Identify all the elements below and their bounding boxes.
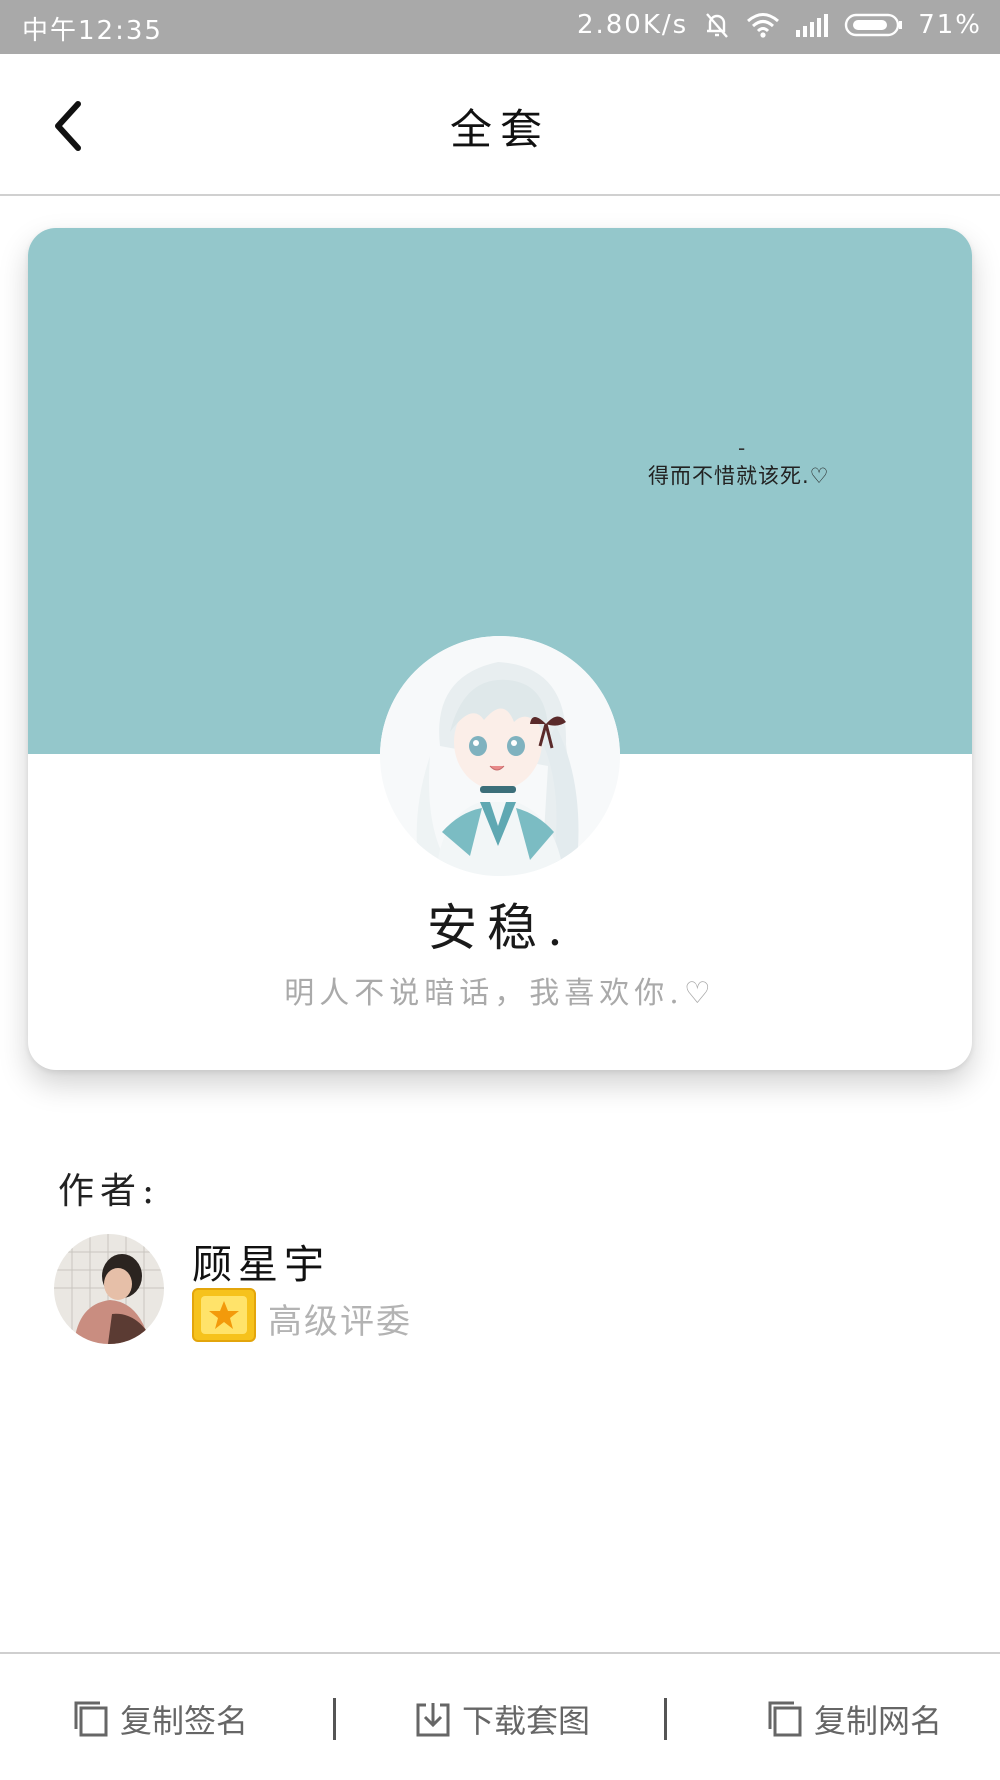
star-icon: [209, 1301, 239, 1329]
cover-quote: 得而不惜就该死.♡: [648, 464, 830, 488]
copy-signature-button[interactable]: 复制签名: [72, 1696, 248, 1742]
header: 全套: [0, 54, 1000, 196]
download-icon: [416, 1703, 450, 1737]
battery-percent: 71%: [918, 10, 982, 40]
copy-name-label: 复制网名: [814, 1702, 943, 1740]
nickname[interactable]: 安稳.: [28, 888, 972, 960]
bottom-action-bar: 复制签名 下载套图 复制网名: [0, 1652, 1000, 1780]
cover-dash: -: [738, 436, 746, 460]
copy-signature-label: 复制签名: [120, 1702, 249, 1740]
download-images-button[interactable]: 下载套图: [414, 1696, 590, 1742]
wifi-icon: [746, 11, 780, 39]
page-title: 全套: [449, 105, 550, 154]
copy-icon: [74, 1701, 108, 1737]
status-time: 中午12:35: [22, 16, 163, 46]
download-images-label: 下载套图: [462, 1702, 591, 1740]
badge-inner: [201, 1296, 247, 1334]
battery-icon: [844, 12, 904, 38]
signal-icon: [794, 12, 830, 38]
divider: [333, 1698, 336, 1740]
status-right: 2.80K/s 71%: [577, 10, 982, 40]
author-avatar[interactable]: [54, 1234, 164, 1344]
copy-icon: [768, 1701, 802, 1737]
mute-bell-icon: [702, 10, 732, 40]
network-speed: 2.80K/s: [576, 10, 689, 40]
author-photo: [54, 1234, 164, 1344]
author-role: 高级评委: [268, 1302, 412, 1342]
author-name[interactable]: 顾星宇: [192, 1232, 330, 1290]
status-bar: 中午12:35 2.80K/s 71%: [0, 0, 1000, 54]
profile-card[interactable]: - 得而不惜就该死.♡ 安稳. 明人不说暗话，我喜欢你.♡: [28, 228, 972, 1070]
divider: [664, 1698, 667, 1740]
anime-avatar-illustration: [380, 636, 620, 876]
signature[interactable]: 明人不说暗话，我喜欢你.♡: [28, 968, 972, 1012]
avatar[interactable]: [380, 636, 620, 876]
author-label: 作者:: [58, 1171, 161, 1212]
copy-name-button[interactable]: 复制网名: [766, 1696, 942, 1742]
rank-badge: [192, 1288, 256, 1342]
